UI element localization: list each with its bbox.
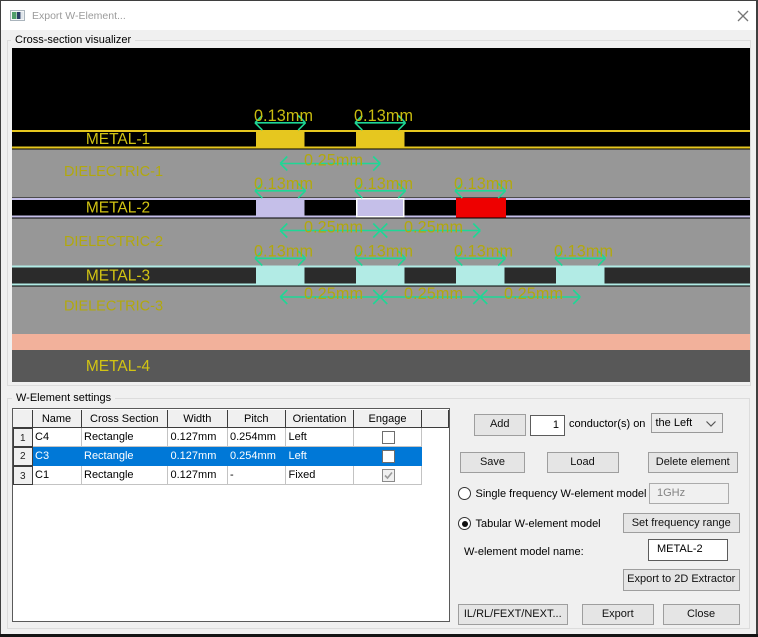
svg-text:0.25mm: 0.25mm [304,219,363,237]
svg-text:0.13mm: 0.13mm [254,243,313,261]
svg-text:0.13mm: 0.13mm [454,243,513,261]
svg-text:DIELECTRIC-1: DIELECTRIC-1 [64,164,163,180]
svg-text:0.13mm: 0.13mm [254,175,313,193]
svg-text:METAL-1: METAL-1 [86,131,150,148]
svg-text:DIELECTRIC-2: DIELECTRIC-2 [64,234,163,250]
svg-text:0.25mm: 0.25mm [404,285,463,303]
svg-text:0.25mm: 0.25mm [404,219,463,237]
svg-text:0.13mm: 0.13mm [554,243,613,261]
svg-text:0.25mm: 0.25mm [304,285,363,303]
svg-text:0.25mm: 0.25mm [304,152,363,170]
svg-text:0.13mm: 0.13mm [354,175,413,193]
svg-text:METAL-2: METAL-2 [86,200,150,217]
svg-text:0.13mm: 0.13mm [354,243,413,261]
svg-text:0.13mm: 0.13mm [354,107,413,125]
svg-text:0.13mm: 0.13mm [454,175,513,193]
svg-text:METAL-4: METAL-4 [86,358,151,375]
svg-text:0.25mm: 0.25mm [504,285,563,303]
svg-text:0.13mm: 0.13mm [254,107,313,125]
svg-text:METAL-3: METAL-3 [86,268,150,285]
svg-text:DIELECTRIC-3: DIELECTRIC-3 [64,299,163,315]
